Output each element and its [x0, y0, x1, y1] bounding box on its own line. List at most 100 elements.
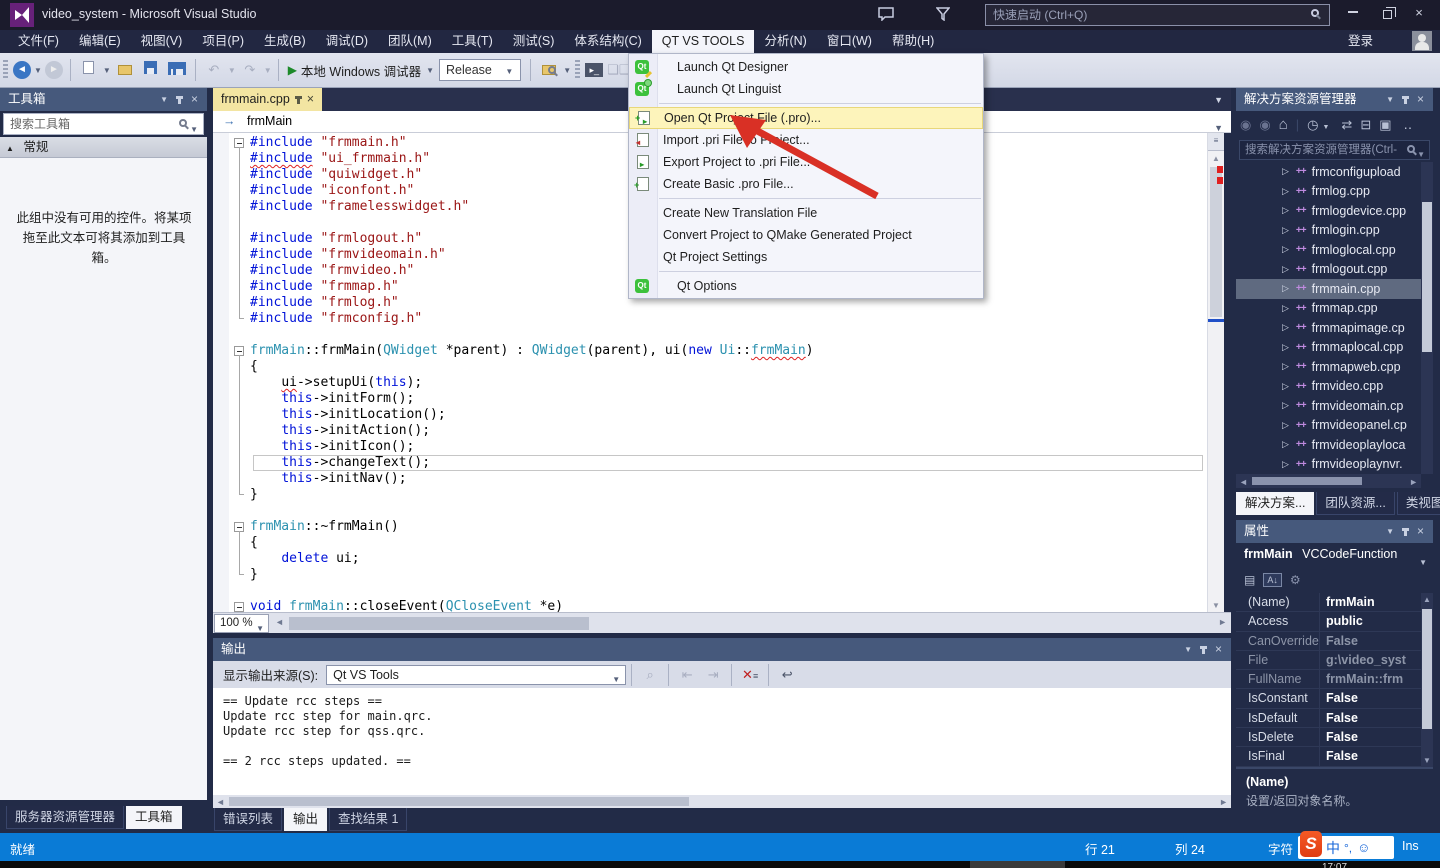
find-in-files-icon[interactable]: [538, 59, 560, 81]
qt-menu-item[interactable]: QtQt Options: [629, 275, 983, 297]
file-item[interactable]: ▷++frmlogin.cpp: [1236, 221, 1421, 241]
prop-pin-icon[interactable]: [1404, 528, 1407, 536]
collapse-all-icon[interactable]: ⊟: [1360, 117, 1371, 133]
restore-button[interactable]: [1372, 0, 1402, 26]
properties-object-row[interactable]: frmMain VCCodeFunction ▼: [1236, 543, 1433, 566]
file-item[interactable]: ▷++frmmaplocal.cpp: [1236, 338, 1421, 358]
qt-menu-item[interactable]: QtLaunch Qt Designer: [629, 56, 983, 78]
dock-tab[interactable]: 服务器资源管理器: [6, 806, 124, 829]
ime-toolbar[interactable]: S 中 °, ☺: [1298, 836, 1394, 859]
menu-item[interactable]: 生成(B): [254, 30, 316, 53]
debugger-dropdown[interactable]: ▼: [426, 66, 434, 75]
expand-icon[interactable]: ▷: [1282, 205, 1289, 216]
minimize-button[interactable]: [1338, 0, 1368, 26]
qt-menu-item[interactable]: Create Basic .pro File...: [629, 173, 983, 195]
save-icon[interactable]: [140, 59, 162, 81]
expand-icon[interactable]: ▷: [1282, 225, 1289, 236]
property-row[interactable]: CanOverrideFalse: [1236, 632, 1421, 651]
code-line[interactable]: ui->setupUi(this);: [213, 375, 1207, 391]
expand-icon[interactable]: ▷: [1282, 459, 1289, 470]
expand-icon[interactable]: ▷: [1282, 186, 1289, 197]
hscroll-left-icon[interactable]: ◄: [216, 797, 225, 807]
property-row[interactable]: IsConstantFalse: [1236, 689, 1421, 708]
expand-icon[interactable]: ▷: [1282, 400, 1289, 411]
code-line[interactable]: }: [213, 487, 1207, 503]
property-row[interactable]: (Name)frmMain: [1236, 593, 1421, 612]
expand-icon[interactable]: ▷: [1282, 303, 1289, 314]
solution-search-input[interactable]: 搜索解决方案资源管理器(Ctrl- ▼: [1239, 140, 1430, 160]
filter-icon[interactable]: [936, 7, 950, 21]
se-close-icon[interactable]: ×: [1417, 88, 1424, 111]
se-vertical-scrollbar[interactable]: [1421, 162, 1433, 474]
dock-tab[interactable]: 团队资源...: [1316, 492, 1394, 515]
code-line[interactable]: [213, 327, 1207, 343]
new-file-dropdown[interactable]: ▼: [103, 66, 111, 75]
menu-item[interactable]: QT VS TOOLS: [652, 30, 755, 53]
se-back-icon[interactable]: ◉: [1240, 117, 1251, 133]
sign-in-link[interactable]: 登录: [1348, 30, 1373, 53]
toolbox-group-header[interactable]: ▲ 常规: [0, 137, 207, 158]
property-row[interactable]: Accesspublic: [1236, 612, 1421, 631]
se-horizontal-scrollbar[interactable]: ◄ ►: [1236, 474, 1421, 488]
feedback-icon[interactable]: [878, 7, 894, 21]
sogou-logo-icon[interactable]: S: [1300, 831, 1322, 857]
hscroll-left-icon[interactable]: ◄: [275, 617, 284, 627]
hscroll-right-icon[interactable]: ►: [1409, 477, 1418, 487]
expand-icon[interactable]: ▷: [1282, 342, 1289, 353]
expand-icon[interactable]: ▷: [1282, 420, 1289, 431]
menu-item[interactable]: 体系结构(C): [564, 30, 651, 53]
file-item[interactable]: ▷++frmlogout.cpp: [1236, 260, 1421, 280]
home-icon[interactable]: ⌂: [1279, 116, 1288, 133]
expand-icon[interactable]: ▷: [1282, 361, 1289, 372]
redo-dropdown[interactable]: ▼: [264, 66, 272, 75]
menu-item[interactable]: 窗口(W): [817, 30, 882, 53]
dock-tab[interactable]: 错误列表: [214, 808, 282, 831]
categorized-icon[interactable]: ▤: [1244, 573, 1255, 587]
qt-menu-item[interactable]: QtLaunch Qt Linguist: [629, 78, 983, 100]
scrollbar-thumb[interactable]: [1422, 609, 1432, 729]
file-item[interactable]: ▷++frmmapweb.cpp: [1236, 357, 1421, 377]
menu-item[interactable]: 调试(D): [316, 30, 378, 53]
alphabetical-icon[interactable]: A↓: [1263, 573, 1282, 587]
property-row[interactable]: IsDefaultFalse: [1236, 709, 1421, 728]
output-dropdown-icon[interactable]: ▼: [1184, 638, 1192, 661]
qt-menu-item[interactable]: Export Project to .pri File...: [629, 151, 983, 173]
code-line[interactable]: delete ui;: [213, 551, 1207, 567]
property-row[interactable]: IsDeleteFalse: [1236, 728, 1421, 747]
ime-emoji-icon[interactable]: ☺: [1357, 840, 1370, 855]
scrollbar-thumb[interactable]: [1422, 202, 1432, 352]
find-message-icon[interactable]: ⌕: [639, 664, 661, 686]
toolbox-pin-icon[interactable]: [178, 96, 181, 104]
expand-icon[interactable]: ▷: [1282, 439, 1289, 450]
file-item[interactable]: ▷++frmvideoplaynvr.: [1236, 455, 1421, 475]
ime-language-toggle[interactable]: 中: [1326, 838, 1340, 858]
output-log[interactable]: == Update rcc steps ==Update rcc step fo…: [213, 688, 1231, 795]
menu-item[interactable]: 测试(S): [503, 30, 565, 53]
refresh-icon[interactable]: ⇄: [1341, 117, 1352, 133]
menu-item[interactable]: 文件(F): [8, 30, 69, 53]
new-file-icon[interactable]: [78, 59, 100, 81]
quick-launch-input[interactable]: 快速启动 (Ctrl+Q): [985, 4, 1330, 26]
code-line[interactable]: frmMain::frmMain(QWidget *parent) : QWid…: [213, 343, 1207, 359]
se-dropdown-icon[interactable]: ▼: [1386, 88, 1394, 111]
close-button[interactable]: ×: [1404, 0, 1434, 26]
qt-menu-item[interactable]: Qt Project Settings: [629, 246, 983, 268]
property-row[interactable]: IsFinalFalse: [1236, 747, 1421, 766]
property-row[interactable]: FullNamefrmMain::frm: [1236, 670, 1421, 689]
code-line[interactable]: this->initForm();: [213, 391, 1207, 407]
qt-menu-item[interactable]: Create New Translation File: [629, 202, 983, 224]
dock-tab[interactable]: 类视图: [1397, 492, 1440, 515]
navigate-forward-icon[interactable]: ►: [45, 61, 63, 79]
editor-vertical-scrollbar[interactable]: ≡ ▲ ▼: [1207, 133, 1224, 612]
menu-item[interactable]: 工具(T): [442, 30, 503, 53]
dock-tab[interactable]: 工具箱: [126, 806, 182, 829]
code-line[interactable]: this->initLocation();: [213, 407, 1207, 423]
output-hscrollbar[interactable]: ◄ ►: [213, 795, 1231, 808]
file-item[interactable]: ▷++frmlogdevice.cpp: [1236, 201, 1421, 221]
start-debug-icon[interactable]: ▶: [288, 63, 297, 77]
file-item[interactable]: ▷++frmvideomain.cp: [1236, 396, 1421, 416]
prev-message-icon[interactable]: ⇤: [676, 664, 698, 686]
redo-icon[interactable]: ↷: [239, 59, 261, 81]
property-row[interactable]: Fileg:\video_syst: [1236, 651, 1421, 670]
code-line[interactable]: [213, 503, 1207, 519]
